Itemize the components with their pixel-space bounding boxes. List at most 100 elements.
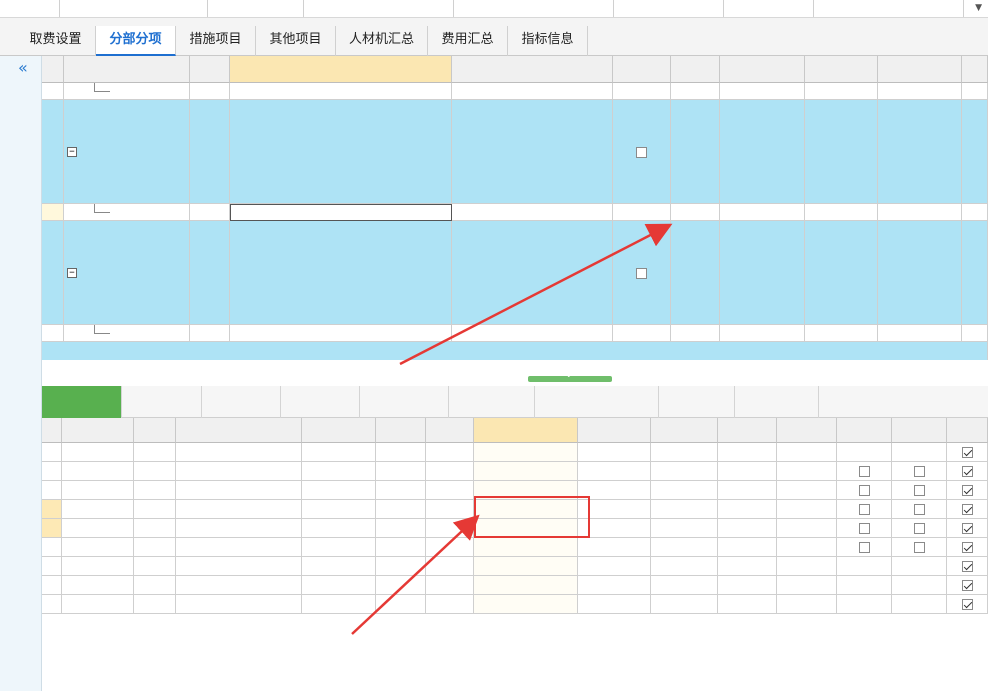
lock-quantity-checkbox[interactable]	[913, 523, 925, 534]
estimate-cell[interactable]	[837, 443, 892, 462]
feature-cell[interactable]	[452, 325, 613, 342]
tab-features-content[interactable]	[360, 386, 449, 418]
tab-labor-material-summary[interactable]: 人材机汇总	[336, 26, 428, 56]
market-price-cell[interactable]	[718, 557, 777, 576]
lock-quantity-cell[interactable]	[892, 462, 947, 481]
content-cell[interactable]	[805, 325, 878, 342]
feature-cell[interactable]	[452, 221, 613, 325]
total-price-cell[interactable]	[777, 481, 837, 500]
unit-cell[interactable]	[376, 462, 426, 481]
counted-cell[interactable]	[947, 481, 988, 500]
counted-checkbox[interactable]	[961, 599, 973, 610]
name-cell[interactable]	[176, 500, 302, 519]
estimate-cell[interactable]	[837, 576, 892, 595]
name-cell[interactable]	[230, 83, 452, 100]
spec-cell[interactable]	[302, 557, 376, 576]
lock-quantity-checkbox[interactable]	[913, 504, 925, 515]
content-cell[interactable]	[474, 595, 578, 614]
lock-quantity-checkbox[interactable]	[913, 542, 925, 553]
tab-sub-items[interactable]: 分部分项	[96, 26, 176, 56]
main-list-cell[interactable]	[613, 204, 671, 221]
name-cell[interactable]	[230, 204, 452, 221]
total-price-cell[interactable]	[777, 595, 837, 614]
expression-cell[interactable]	[720, 204, 805, 221]
header-quantity-expression[interactable]	[720, 56, 805, 83]
header-index[interactable]	[42, 418, 62, 443]
content-cell[interactable]	[474, 462, 578, 481]
header-quantity[interactable]	[878, 56, 962, 83]
header-type[interactable]	[134, 418, 176, 443]
base-price-cell[interactable]	[651, 462, 718, 481]
quantity-cell[interactable]	[878, 100, 962, 204]
base-price-cell[interactable]	[651, 481, 718, 500]
total-price-cell[interactable]	[777, 462, 837, 481]
tab-description-info[interactable]	[659, 386, 735, 418]
quantity-cell[interactable]	[878, 221, 962, 325]
estimate-checkbox[interactable]	[858, 466, 870, 477]
total-price-cell[interactable]	[777, 557, 837, 576]
loss-rate-cell[interactable]	[426, 481, 474, 500]
estimate-cell[interactable]	[837, 557, 892, 576]
estimate-checkbox[interactable]	[858, 485, 870, 496]
header-content[interactable]	[474, 418, 578, 443]
counted-cell[interactable]	[947, 519, 988, 538]
lock-quantity-cell[interactable]	[892, 595, 947, 614]
code-cell[interactable]	[62, 595, 134, 614]
market-price-cell[interactable]	[718, 481, 777, 500]
pane-splitter[interactable]: ⌄	[528, 370, 612, 382]
counted-checkbox[interactable]	[961, 485, 973, 496]
name-cell[interactable]	[230, 325, 452, 342]
name-cell[interactable]	[176, 462, 302, 481]
total-price-cell[interactable]	[777, 443, 837, 462]
collapse-tree-icon[interactable]: −	[67, 268, 77, 278]
loss-rate-cell[interactable]	[426, 595, 474, 614]
collapse-tree-icon[interactable]: −	[67, 147, 77, 157]
header-unit[interactable]	[376, 418, 426, 443]
content-cell[interactable]	[474, 443, 578, 462]
feature-cell[interactable]	[452, 100, 613, 204]
estimate-cell[interactable]	[837, 481, 892, 500]
base-price-cell[interactable]	[651, 519, 718, 538]
code-cell[interactable]	[62, 538, 134, 557]
quantity-cell[interactable]	[578, 557, 651, 576]
name-cell[interactable]	[176, 595, 302, 614]
counted-cell[interactable]	[947, 595, 988, 614]
lock-cell[interactable]	[962, 325, 988, 342]
tab-labor-material-display[interactable]	[42, 386, 122, 418]
code-cell[interactable]	[64, 83, 190, 100]
estimate-checkbox[interactable]	[858, 504, 870, 515]
quantity-cell[interactable]	[578, 595, 651, 614]
tab-unit-price-composition[interactable]	[122, 386, 202, 418]
header-name[interactable]	[176, 418, 302, 443]
base-price-cell[interactable]	[651, 576, 718, 595]
code-cell[interactable]	[62, 576, 134, 595]
unit-cell[interactable]	[376, 557, 426, 576]
quantity-cell[interactable]	[578, 443, 651, 462]
content-cell[interactable]	[805, 204, 878, 221]
content-cell[interactable]	[805, 100, 878, 204]
tab-cost-summary[interactable]: 费用汇总	[428, 26, 508, 56]
type-cell[interactable]	[134, 538, 176, 557]
spec-cell[interactable]	[302, 500, 376, 519]
type-cell[interactable]	[134, 481, 176, 500]
content-cell[interactable]	[474, 538, 578, 557]
content-cell[interactable]	[474, 557, 578, 576]
market-price-cell[interactable]	[718, 576, 777, 595]
unit-cell[interactable]	[376, 576, 426, 595]
expression-cell[interactable]	[720, 221, 805, 325]
feature-cell[interactable]	[452, 204, 613, 221]
lock-cell[interactable]	[962, 100, 988, 204]
content-cell[interactable]	[805, 221, 878, 325]
quantity-cell[interactable]	[878, 325, 962, 342]
total-price-cell[interactable]	[777, 538, 837, 557]
header-lock-quantity[interactable]	[892, 418, 947, 443]
code-cell[interactable]	[64, 204, 190, 221]
unit-cell[interactable]	[376, 500, 426, 519]
tab-pricing-scheme[interactable]	[735, 386, 819, 418]
lock-quantity-cell[interactable]	[892, 538, 947, 557]
name-cell[interactable]	[176, 519, 302, 538]
double-chevron-left-icon[interactable]: «	[18, 60, 28, 76]
lock-cell[interactable]	[962, 221, 988, 325]
lock-quantity-cell[interactable]	[892, 519, 947, 538]
name-cell[interactable]	[230, 221, 452, 325]
